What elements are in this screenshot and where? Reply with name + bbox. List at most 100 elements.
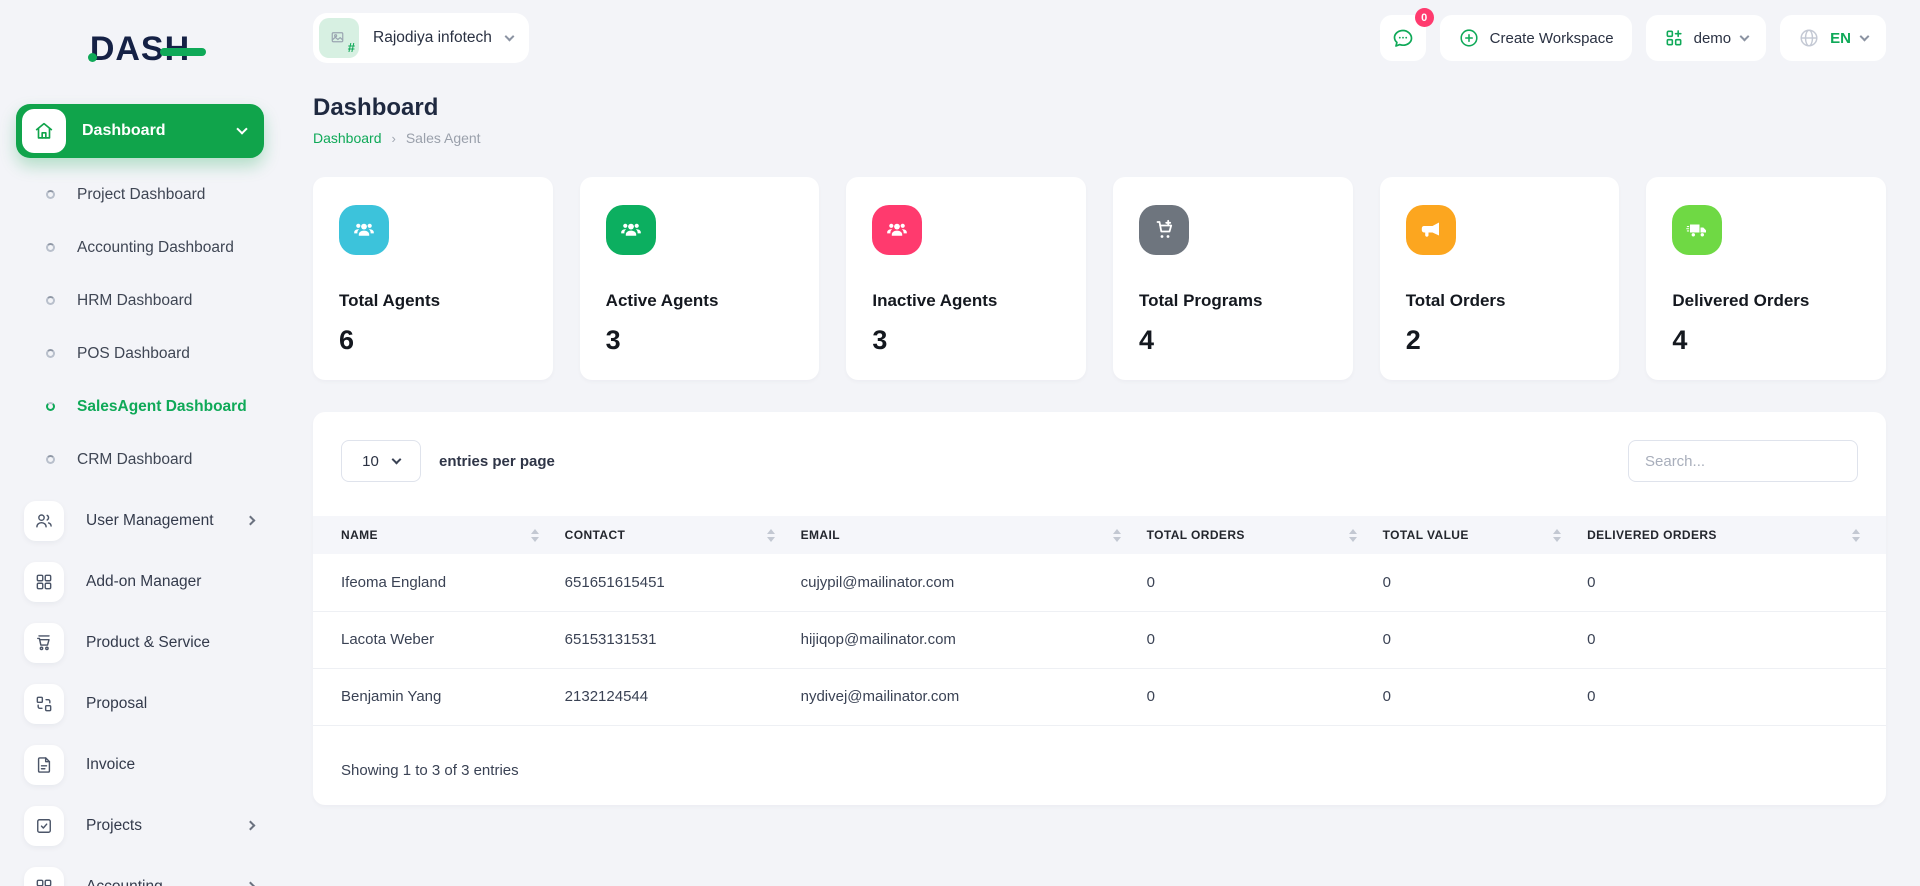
- sidebar-item-accounting[interactable]: Accounting: [0, 856, 280, 886]
- logo-dot-shape: [88, 53, 97, 62]
- sidebar-item-proposal[interactable]: Proposal: [0, 673, 280, 734]
- grid-plus-icon: [1664, 28, 1684, 48]
- cart-plus-icon: [1139, 205, 1189, 255]
- entries-per-page-select[interactable]: 10: [341, 440, 421, 482]
- chevron-right-icon: [246, 821, 256, 831]
- sidebar: DASH Dashboard Project Dashboard Account…: [0, 0, 280, 886]
- sidebar-item-product-service[interactable]: Product & Service: [0, 612, 280, 673]
- sidebar-item-project-dashboard[interactable]: Project Dashboard: [0, 168, 280, 221]
- agents-group-icon: [606, 205, 656, 255]
- messages-button[interactable]: 0: [1380, 15, 1426, 61]
- stat-card-delivered-orders: Delivered Orders 4: [1646, 177, 1886, 380]
- brand-logo[interactable]: DASH: [90, 30, 190, 69]
- delivery-truck-icon: [1672, 205, 1722, 255]
- grid-squares-icon: [24, 562, 64, 602]
- column-label: TOTAL ORDERS: [1147, 528, 1245, 542]
- language-selector[interactable]: EN: [1780, 15, 1886, 61]
- cell-email: nydivej@mailinator.com: [801, 668, 1147, 725]
- stats-row: Total Agents 6 Active Agents 3 Inactive …: [313, 177, 1886, 380]
- sidebar-item-hrm-dashboard[interactable]: HRM Dashboard: [0, 274, 280, 327]
- sales-agents-table: NAME CONTACT EMAIL TOTAL ORDERS TOTAL VA…: [313, 516, 1886, 726]
- cell-total-value: 0: [1383, 668, 1587, 725]
- column-label: CONTACT: [565, 528, 626, 542]
- document-icon: [24, 745, 64, 785]
- column-header-total-orders[interactable]: TOTAL ORDERS: [1147, 516, 1383, 554]
- workspace-avatar: #: [319, 18, 359, 58]
- language-label: EN: [1830, 30, 1851, 47]
- column-header-total-value[interactable]: TOTAL VALUE: [1383, 516, 1587, 554]
- users-icon: [24, 501, 64, 541]
- sidebar-item-user-management[interactable]: User Management: [0, 490, 280, 551]
- stat-value: 4: [1672, 325, 1860, 356]
- workspace-selector[interactable]: # Rajodiya infotech: [313, 13, 529, 63]
- stat-card-active-agents: Active Agents 3: [580, 177, 820, 380]
- plus-circle-icon: [1458, 27, 1480, 49]
- cell-contact: 65153131531: [565, 611, 801, 668]
- chevron-down-icon: [504, 31, 514, 41]
- bullet-icon: [46, 349, 55, 358]
- sidebar-item-invoice[interactable]: Invoice: [0, 734, 280, 795]
- cell-contact: 651651615451: [565, 554, 801, 611]
- workspace-name: Rajodiya infotech: [373, 29, 492, 47]
- sidebar-item-label: User Management: [86, 512, 225, 530]
- create-workspace-label: Create Workspace: [1490, 30, 1614, 47]
- column-header-email[interactable]: EMAIL: [801, 516, 1147, 554]
- cell-name: Lacota Weber: [313, 611, 565, 668]
- breadcrumb-separator: ›: [392, 131, 396, 146]
- sidebar-item-label: Dashboard: [82, 122, 222, 140]
- stat-card-total-orders: Total Orders 2: [1380, 177, 1620, 380]
- sidebar-item-dashboard[interactable]: Dashboard: [16, 104, 264, 158]
- stat-card-total-programs: Total Programs 4: [1113, 177, 1353, 380]
- chevron-down-icon: [1860, 31, 1870, 41]
- check-square-icon: [24, 806, 64, 846]
- sort-icon: [1113, 529, 1121, 542]
- stat-label: Delivered Orders: [1672, 291, 1860, 311]
- table-entries-summary: Showing 1 to 3 of 3 entries: [313, 726, 1886, 779]
- cell-total-orders: 0: [1147, 611, 1383, 668]
- bullet-icon: [46, 402, 55, 411]
- sidebar-item-crm-dashboard[interactable]: CRM Dashboard: [0, 433, 280, 486]
- agents-group-icon: [872, 205, 922, 255]
- globe-icon: [1798, 27, 1820, 49]
- sidebar-item-addon-manager[interactable]: Add-on Manager: [0, 551, 280, 612]
- page-title: Dashboard: [313, 94, 1886, 122]
- column-header-name[interactable]: NAME: [313, 516, 565, 554]
- cell-name: Ifeoma England: [313, 554, 565, 611]
- sidebar-item-label: Proposal: [86, 695, 254, 713]
- sidebar-item-label: Accounting: [86, 878, 225, 886]
- sidebar-item-label: HRM Dashboard: [77, 292, 192, 310]
- column-header-delivered-orders[interactable]: DELIVERED ORDERS: [1587, 516, 1886, 554]
- breadcrumb-dashboard-link[interactable]: Dashboard: [313, 130, 382, 146]
- sidebar-item-label: Product & Service: [86, 634, 254, 652]
- megaphone-icon: [1406, 205, 1456, 255]
- notification-badge: 0: [1415, 8, 1434, 27]
- breadcrumb-current: Sales Agent: [406, 130, 481, 146]
- stat-label: Total Programs: [1139, 291, 1327, 311]
- sidebar-item-label: Accounting Dashboard: [77, 239, 234, 257]
- logo-dash-shape: [160, 48, 206, 56]
- sort-icon: [531, 529, 539, 542]
- sort-icon: [767, 529, 775, 542]
- user-menu-button[interactable]: demo: [1646, 15, 1767, 61]
- column-label: NAME: [341, 528, 378, 542]
- cell-delivered-orders: 0: [1587, 611, 1886, 668]
- sidebar-item-pos-dashboard[interactable]: POS Dashboard: [0, 327, 280, 380]
- sidebar-item-accounting-dashboard[interactable]: Accounting Dashboard: [0, 221, 280, 274]
- stat-label: Total Agents: [339, 291, 527, 311]
- column-header-contact[interactable]: CONTACT: [565, 516, 801, 554]
- sidebar-item-label: Projects: [86, 817, 225, 835]
- cell-contact: 2132124544: [565, 668, 801, 725]
- sidebar-item-salesagent-dashboard[interactable]: SalesAgent Dashboard: [0, 380, 280, 433]
- stat-value: 3: [606, 325, 794, 356]
- sidebar-item-projects[interactable]: Projects: [0, 795, 280, 856]
- create-workspace-button[interactable]: Create Workspace: [1440, 15, 1632, 61]
- chevron-down-icon: [391, 454, 401, 464]
- table-row: Benjamin Yang 2132124544 nydivej@mailina…: [313, 668, 1886, 725]
- entries-per-page-label: entries per page: [439, 453, 555, 470]
- user-menu-label: demo: [1694, 30, 1732, 47]
- cell-total-value: 0: [1383, 554, 1587, 611]
- search-input[interactable]: [1628, 440, 1858, 482]
- stat-label: Active Agents: [606, 291, 794, 311]
- sidebar-item-label: POS Dashboard: [77, 345, 190, 363]
- sidebar-item-label: CRM Dashboard: [77, 451, 192, 469]
